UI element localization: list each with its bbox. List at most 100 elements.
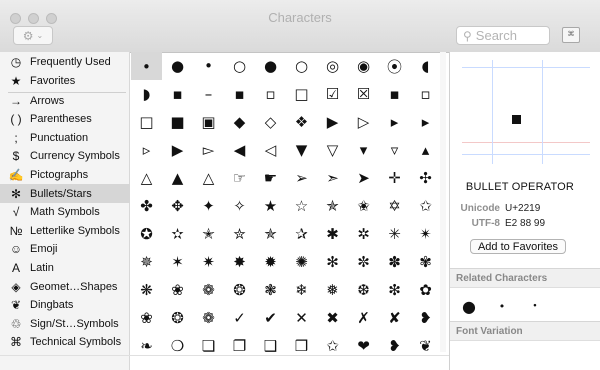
sidebar-item-pictographs[interactable]: ✍ Pictographs — [0, 165, 130, 184]
action-menu-button[interactable]: ⚙ ⌄ — [13, 26, 53, 45]
sidebar-item-sign-st-symbols[interactable]: ♲ Sign/St…Symbols — [0, 314, 130, 333]
keyboard-viewer-button[interactable]: ⌘ — [562, 27, 580, 43]
character-cell[interactable]: ❄ — [286, 276, 317, 304]
character-cell[interactable]: ❥ — [379, 332, 410, 352]
character-cell[interactable]: ❇ — [379, 276, 410, 304]
character-cell[interactable]: ▷ — [348, 108, 379, 136]
sidebar-item-parentheses[interactable]: ( ) Parentheses — [0, 110, 130, 129]
character-cell[interactable]: ▶ — [162, 136, 193, 164]
sidebar-item-geomet-shapes[interactable]: ◈ Geomet…Shapes — [0, 277, 130, 296]
character-cell[interactable]: ✷ — [193, 248, 224, 276]
add-to-favorites-button[interactable]: Add to Favorites — [470, 239, 566, 254]
character-cell[interactable]: ✥ — [162, 192, 193, 220]
character-cell[interactable]: ❂ — [224, 276, 255, 304]
character-cell[interactable]: ✦ — [193, 192, 224, 220]
character-cell[interactable]: ❁ — [193, 304, 224, 332]
character-cell[interactable]: ◇ — [255, 108, 286, 136]
character-cell[interactable]: ✤ — [131, 192, 162, 220]
character-cell[interactable]: ✩ — [410, 192, 441, 220]
character-cell[interactable]: ❖ — [286, 108, 317, 136]
character-cell[interactable]: □ — [286, 80, 317, 108]
character-cell[interactable]: ❑ — [255, 332, 286, 352]
character-cell[interactable]: ❀ — [131, 304, 162, 332]
character-cell[interactable]: □ — [131, 108, 162, 136]
character-cell[interactable]: ✫ — [162, 220, 193, 248]
character-cell[interactable]: ✛ — [379, 164, 410, 192]
character-cell[interactable]: ❐ — [224, 332, 255, 352]
character-cell[interactable]: ✴ — [410, 220, 441, 248]
character-cell[interactable]: ▼ — [286, 136, 317, 164]
character-cell[interactable]: ◆ — [224, 108, 255, 136]
search-field[interactable]: ⚲ Search — [456, 26, 550, 45]
font-variation-header[interactable]: Font Variation — [450, 321, 600, 341]
character-cell[interactable]: ✹ — [255, 248, 286, 276]
character-cell[interactable]: ☑ — [317, 80, 348, 108]
character-cell[interactable]: ● — [162, 52, 193, 80]
related-character[interactable]: ● — [456, 294, 482, 318]
character-cell[interactable]: ▫ — [410, 80, 441, 108]
character-cell[interactable]: ✿ — [410, 276, 441, 304]
sidebar-item-math-symbols[interactable]: √ Math Symbols — [0, 203, 130, 222]
related-character[interactable]: ∙ — [522, 294, 548, 318]
character-cell[interactable]: ▴ — [410, 136, 441, 164]
character-cell[interactable]: ✼ — [348, 248, 379, 276]
character-cell[interactable]: ✕ — [286, 304, 317, 332]
character-cell[interactable]: ■ — [162, 108, 193, 136]
character-cell[interactable]: ✰ — [286, 220, 317, 248]
character-cell[interactable]: ☛ — [255, 164, 286, 192]
character-cell[interactable]: ▲ — [162, 164, 193, 192]
character-cell[interactable]: ∙ — [131, 52, 162, 80]
character-cell[interactable]: ✭ — [193, 220, 224, 248]
sidebar-item-latin[interactable]: A Latin — [0, 258, 130, 277]
character-cell[interactable]: ✖ — [317, 304, 348, 332]
character-cell[interactable]: ▶ — [317, 108, 348, 136]
character-cell[interactable]: ✡ — [379, 192, 410, 220]
character-cell[interactable]: ❁ — [193, 276, 224, 304]
sidebar-item-frequently-used[interactable]: ◷ Frequently Used — [0, 52, 130, 71]
character-cell[interactable]: ❃ — [255, 276, 286, 304]
character-cell[interactable]: ▫ — [255, 80, 286, 108]
character-cell[interactable]: ★ — [255, 192, 286, 220]
character-cell[interactable]: ❅ — [317, 276, 348, 304]
character-cell[interactable]: ▸ — [410, 108, 441, 136]
sidebar-item-emoji[interactable]: ☺ Emoji — [0, 240, 130, 259]
character-cell[interactable]: ▾ — [348, 136, 379, 164]
related-character[interactable]: • — [489, 294, 515, 318]
character-cell[interactable]: ☒ — [348, 80, 379, 108]
character-cell[interactable]: – — [193, 80, 224, 108]
character-cell[interactable]: ○ — [224, 52, 255, 80]
sidebar-item-dingbats[interactable]: ❦ Dingbats — [0, 296, 130, 315]
character-cell[interactable]: ✵ — [131, 248, 162, 276]
character-cell[interactable]: ✓ — [224, 304, 255, 332]
sidebar-item-punctuation[interactable]: ; Punctuation — [0, 128, 130, 147]
related-characters-header[interactable]: Related Characters — [450, 268, 600, 288]
character-cell[interactable]: △ — [193, 164, 224, 192]
sidebar-item-currency-symbols[interactable]: $ Currency Symbols — [0, 147, 130, 166]
character-cell[interactable]: ❒ — [286, 332, 317, 352]
character-cell[interactable]: ✽ — [379, 248, 410, 276]
character-cell[interactable]: ❧ — [131, 332, 162, 352]
character-cell[interactable]: ▪ — [224, 80, 255, 108]
character-cell[interactable]: ◀ — [224, 136, 255, 164]
character-cell[interactable]: ◎ — [317, 52, 348, 80]
sidebar-item-arrows[interactable]: → Arrows — [0, 91, 130, 110]
sidebar-item-favorites[interactable]: ★ Favorites — [0, 71, 130, 90]
character-cell[interactable]: ✪ — [131, 220, 162, 248]
sidebar-item-letterlike-symbols[interactable]: № Letterlike Symbols — [0, 221, 130, 240]
character-cell[interactable]: ❤ — [348, 332, 379, 352]
character-cell[interactable]: ◉ — [348, 52, 379, 80]
character-cell[interactable]: ➢ — [286, 164, 317, 192]
character-cell[interactable]: ❂ — [162, 304, 193, 332]
character-cell[interactable]: ▪ — [379, 80, 410, 108]
sidebar-item-technical-symbols[interactable]: ⌘ Technical Symbols — [0, 333, 130, 352]
character-cell[interactable]: ◁ — [255, 136, 286, 164]
character-cell[interactable]: ✮ — [224, 220, 255, 248]
character-cell[interactable]: ❋ — [131, 276, 162, 304]
character-cell[interactable]: ✗ — [348, 304, 379, 332]
character-cell[interactable]: ✬ — [348, 192, 379, 220]
character-cell[interactable]: ☞ — [224, 164, 255, 192]
character-cell[interactable]: ▣ — [193, 108, 224, 136]
character-cell[interactable]: ◖ — [410, 52, 441, 80]
character-cell[interactable]: • — [193, 52, 224, 80]
character-cell[interactable]: ◗ — [131, 80, 162, 108]
